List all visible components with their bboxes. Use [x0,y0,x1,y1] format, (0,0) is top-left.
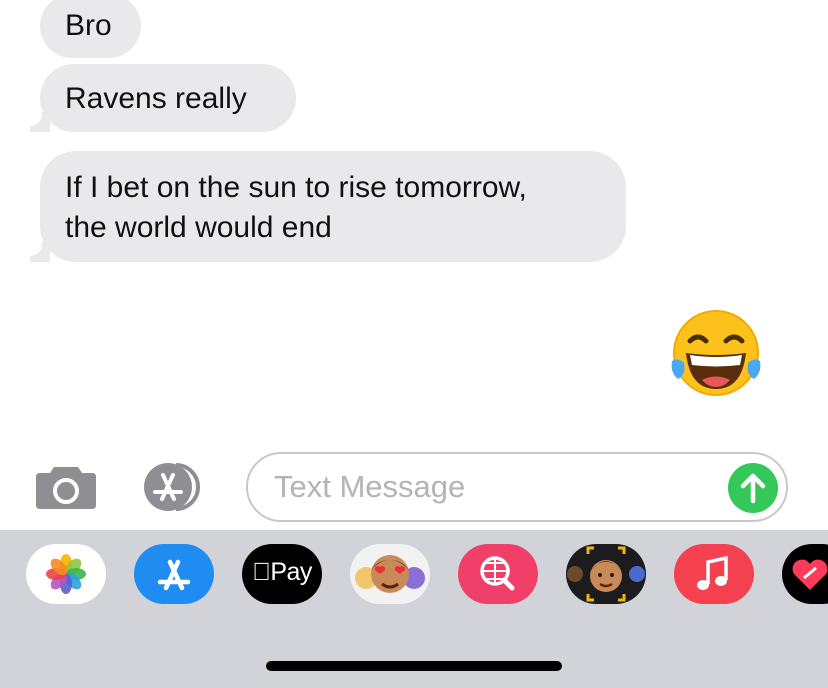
home-indicator[interactable] [266,661,562,671]
globe-search-icon [480,556,515,591]
message-bubble[interactable]: Ravens really [40,64,296,132]
message-bubble[interactable]: If I bet on the sun to rise tomorrow, th… [40,151,626,262]
camera-icon[interactable] [34,463,98,511]
message-input[interactable]: Text Message [246,452,788,522]
laughing-emoji-icon[interactable] [668,307,764,399]
app-store-app-button[interactable] [134,544,214,604]
message-text: Bro [65,9,112,42]
message-bubble[interactable]: Bro [40,0,141,58]
image-search-app-button[interactable] [458,544,538,604]
heart-icon [792,559,828,590]
photos-app-button[interactable] [26,544,106,604]
arrow-up-icon [740,473,766,504]
send-button[interactable] [728,463,778,513]
digital-touch-app-button[interactable] [782,544,828,604]
message-text: If I bet on the sun to rise tomorrow, th… [65,171,527,244]
input-placeholder: Text Message [274,469,466,504]
app-store-icon[interactable] [140,461,212,513]
memoji-icon [567,546,645,602]
pay-label: Pay [261,558,312,586]
music-note-icon [697,555,728,590]
app-store-icon [157,559,191,591]
music-app-button[interactable] [674,544,754,604]
memoji-app-button[interactable] [566,544,646,604]
memoji-stickers-app-button[interactable] [350,544,430,604]
apple-pay-label: Pay [242,558,322,587]
message-text: Ravens really [65,82,247,115]
memoji-icon [355,555,425,593]
apple-pay-app-button[interactable]: Pay [242,544,322,604]
photos-icon [46,554,86,594]
message-thread: Bro Ravens really If I bet on the sun to… [0,0,828,440]
